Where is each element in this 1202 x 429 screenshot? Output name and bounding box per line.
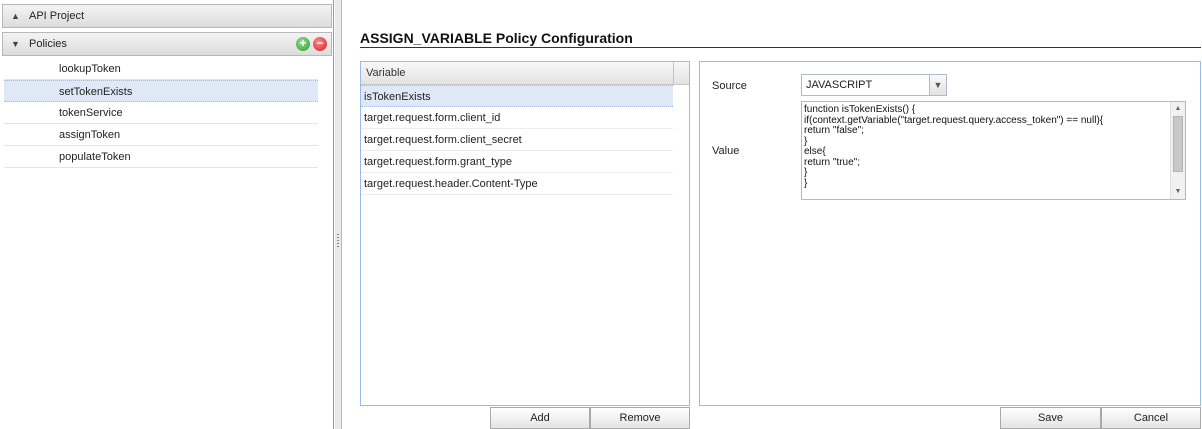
- policies-header[interactable]: ▼ Policies + −: [2, 32, 332, 56]
- value-code-text[interactable]: function isTokenExists() { if(context.ge…: [804, 104, 1103, 189]
- policy-item-tokenservice[interactable]: tokenService: [4, 102, 318, 124]
- source-label: Source: [712, 80, 747, 92]
- chevron-up-icon[interactable]: ▲: [11, 11, 23, 21]
- chevron-down-icon[interactable]: ▼: [11, 39, 23, 49]
- scroll-down-icon[interactable]: ▼: [1171, 186, 1185, 198]
- add-variable-button[interactable]: Add: [490, 407, 590, 429]
- panel-splitter[interactable]: [335, 0, 342, 429]
- source-select[interactable]: JAVASCRIPT ▼: [801, 74, 947, 96]
- title-divider: [360, 47, 1201, 48]
- variable-row[interactable]: target.request.form.client_secret: [361, 129, 673, 151]
- policy-item-populatetoken[interactable]: populateToken: [4, 146, 318, 168]
- save-button[interactable]: Save: [1000, 407, 1101, 429]
- policies-label: Policies: [29, 38, 67, 50]
- source-select-value: JAVASCRIPT: [806, 79, 873, 91]
- remove-variable-button[interactable]: Remove: [590, 407, 690, 429]
- column-header-spacer: [673, 62, 689, 84]
- policy-item-lookuptoken[interactable]: lookupToken: [4, 58, 318, 80]
- chevron-down-icon[interactable]: ▼: [929, 75, 946, 95]
- scrollbar-thumb[interactable]: [1173, 116, 1183, 172]
- left-panel: ▲ API Project ▼ Policies + − lookupToken…: [0, 0, 334, 429]
- add-circle-icon[interactable]: +: [296, 37, 310, 51]
- variable-row[interactable]: target.request.form.grant_type: [361, 151, 673, 173]
- variable-row[interactable]: isTokenExists: [361, 85, 673, 107]
- variable-rows: isTokenExists target.request.form.client…: [361, 85, 689, 195]
- variable-grid: Variable isTokenExists target.request.fo…: [360, 61, 690, 406]
- scroll-up-icon[interactable]: ▲: [1171, 103, 1185, 115]
- policy-actions: + −: [296, 37, 327, 51]
- splitter-grip-icon[interactable]: [337, 234, 339, 248]
- main-content: ASSIGN_VARIABLE Policy Configuration Var…: [343, 0, 1202, 429]
- variable-column-header[interactable]: Variable: [361, 62, 689, 85]
- page-title: ASSIGN_VARIABLE Policy Configuration: [360, 30, 633, 46]
- policy-list: lookupToken setTokenExists tokenService …: [4, 58, 318, 168]
- variable-config-panel: Source JAVASCRIPT ▼ Value function isTok…: [699, 61, 1201, 406]
- policy-item-assigntoken[interactable]: assignToken: [4, 124, 318, 146]
- cancel-button[interactable]: Cancel: [1101, 407, 1201, 429]
- variable-row[interactable]: target.request.form.client_id: [361, 107, 673, 129]
- value-label: Value: [712, 145, 740, 157]
- remove-circle-icon[interactable]: −: [313, 37, 327, 51]
- api-project-header[interactable]: ▲ API Project: [2, 4, 332, 28]
- variable-row[interactable]: target.request.header.Content-Type: [361, 173, 673, 195]
- variable-column-label: Variable: [366, 67, 406, 79]
- api-project-label: API Project: [29, 10, 85, 22]
- code-scrollbar[interactable]: ▲ ▼: [1170, 102, 1185, 199]
- value-code-editor[interactable]: function isTokenExists() { if(context.ge…: [801, 101, 1186, 200]
- policy-item-settokenexists[interactable]: setTokenExists: [4, 80, 318, 102]
